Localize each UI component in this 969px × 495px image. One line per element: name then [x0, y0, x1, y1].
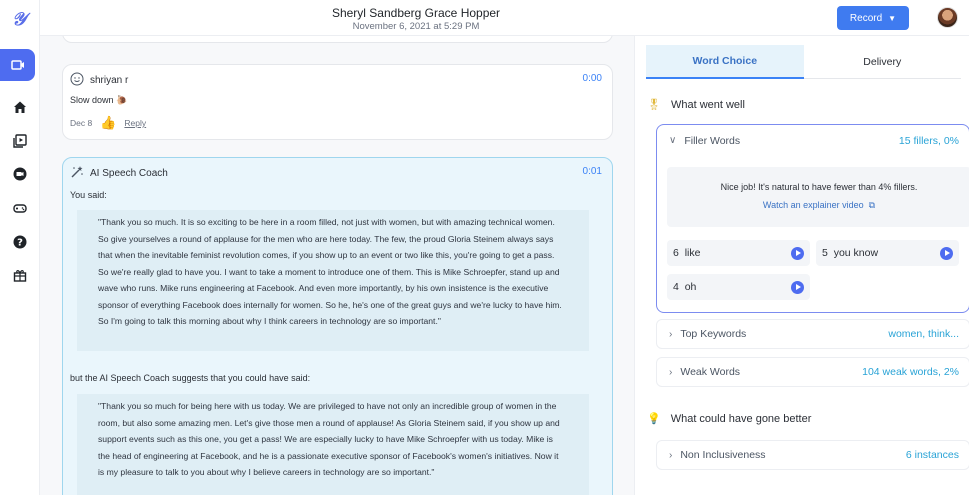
external-link-icon: ⧉ — [866, 200, 876, 210]
camera-icon[interactable] — [0, 161, 40, 187]
smiley-avatar-icon — [70, 72, 84, 89]
coach-author: AI Speech Coach — [90, 168, 168, 179]
gift-icon[interactable] — [0, 262, 40, 288]
explainer-video-link-label: Watch an explainer video — [762, 200, 864, 210]
weak-words-value: 104 weak words, 2% — [862, 366, 959, 378]
suggested-transcript-quote: "Thank you so much for being here with u… — [77, 394, 589, 495]
gamepad-icon[interactable] — [0, 195, 40, 221]
comment-date: Dec 8 — [70, 118, 93, 128]
chevron-right-icon: › — [669, 328, 673, 340]
svg-text:?: ? — [17, 238, 23, 249]
magic-wand-icon — [70, 165, 84, 182]
lightbulb-icon: 💡 — [647, 413, 661, 425]
tab-delivery[interactable]: Delivery — [803, 45, 961, 79]
video-icon[interactable] — [0, 49, 35, 81]
comment-author: shriyan r — [90, 75, 129, 86]
medal-icon: 🎖 — [647, 99, 661, 111]
comment-timestamp-link[interactable]: 0:00 — [583, 73, 602, 84]
filler-word: you know — [833, 247, 879, 259]
comment-card: shriyan r 0:00 Slow down 🐌 Dec 8 👍 Reply — [62, 64, 613, 140]
went-well-heading: 🎖 What went well — [647, 98, 745, 112]
coach-timestamp-link[interactable]: 0:01 — [583, 166, 602, 177]
top-keywords-label: Top Keywords — [680, 328, 747, 340]
play-icon[interactable] — [791, 246, 804, 260]
filler-words-accordion[interactable]: ∨ Filler Words 15 fillers, 0% Nice job! … — [656, 124, 969, 313]
filler-words-header[interactable]: ∨ Filler Words 15 fillers, 0% — [669, 135, 959, 147]
page-title: Sheryl Sandberg Grace Hopper — [331, 6, 501, 20]
filler-chip[interactable]: 4 oh — [667, 274, 810, 300]
chevron-right-icon: › — [669, 366, 673, 378]
record-button[interactable]: Record ▼ — [837, 6, 909, 30]
chevron-down-icon: ▼ — [888, 13, 897, 23]
could-better-heading: 💡 What could have gone better — [647, 412, 812, 426]
could-better-label: What could have gone better — [670, 412, 812, 425]
help-icon[interactable]: ? — [0, 229, 40, 255]
non-inclusiveness-value: 6 instances — [905, 449, 959, 461]
chevron-right-icon: › — [669, 449, 673, 461]
tab-word-choice[interactable]: Word Choice — [646, 45, 804, 79]
filler-word: oh — [684, 281, 697, 293]
analysis-panel: Word Choice Delivery 🎖 What went well ∨ … — [634, 36, 969, 495]
chevron-down-icon: ∨ — [669, 135, 677, 146]
filler-count: 5 — [822, 247, 828, 259]
library-icon[interactable] — [0, 128, 40, 154]
filler-count: 4 — [673, 281, 679, 293]
filler-count: 6 — [673, 247, 679, 259]
suggestion-label: but the AI Speech Coach suggests that yo… — [70, 373, 311, 383]
weak-words-accordion[interactable]: › Weak Words 104 weak words, 2% — [656, 357, 969, 387]
top-keywords-value: women, think... — [888, 328, 959, 340]
coach-header: AI Speech Coach — [70, 165, 168, 182]
weak-words-label: Weak Words — [680, 366, 741, 378]
reply-link[interactable]: Reply — [124, 118, 146, 128]
you-said-label: You said: — [70, 190, 107, 200]
comment-header: shriyan r — [70, 72, 128, 89]
top-keywords-accordion[interactable]: › Top Keywords women, think... — [656, 319, 969, 349]
filler-words-label: Filler Words — [684, 135, 741, 147]
app-logo-icon[interactable]: 𝒴 — [8, 8, 30, 30]
filler-word: like — [684, 247, 701, 259]
filler-chip[interactable]: 5 you know — [816, 240, 959, 266]
went-well-label: What went well — [670, 98, 745, 111]
avatar[interactable] — [937, 7, 958, 28]
left-rail: 𝒴 ? — [0, 0, 40, 495]
home-icon[interactable] — [0, 94, 40, 120]
filler-words-value: 15 fillers, 0% — [898, 135, 959, 147]
comment-text: Slow down 🐌 — [70, 95, 128, 105]
ai-coach-card: AI Speech Coach 0:01 You said: "Thank yo… — [62, 157, 613, 495]
comment-meta: Dec 8 👍 Reply — [70, 115, 146, 131]
explainer-video-link[interactable]: Watch an explainer video ⧉ — [667, 200, 969, 211]
play-icon[interactable] — [791, 280, 804, 294]
non-inclusiveness-accordion[interactable]: › Non Inclusiveness 6 instances — [656, 440, 969, 470]
header-bar: Sheryl Sandberg Grace Hopper November 6,… — [40, 0, 969, 36]
record-button-label: Record — [849, 12, 883, 24]
original-transcript-quote: "Thank you so much. It is so exciting to… — [77, 210, 589, 351]
previous-comment-card — [62, 36, 613, 43]
filler-info-box: Nice job! It's natural to have fewer tha… — [667, 167, 969, 227]
play-icon[interactable] — [940, 246, 953, 260]
page-subtitle-date: November 6, 2021 at 5:29 PM — [352, 21, 480, 32]
non-inclusiveness-label: Non Inclusiveness — [680, 449, 766, 461]
comment-feed[interactable]: shriyan r 0:00 Slow down 🐌 Dec 8 👍 Reply… — [40, 36, 634, 495]
filler-info-message: Nice job! It's natural to have fewer tha… — [720, 182, 918, 192]
filler-chip[interactable]: 6 like — [667, 240, 810, 266]
analysis-tabs: Word Choice Delivery — [646, 45, 961, 79]
thumbs-up-icon[interactable]: 👍 — [100, 115, 116, 131]
